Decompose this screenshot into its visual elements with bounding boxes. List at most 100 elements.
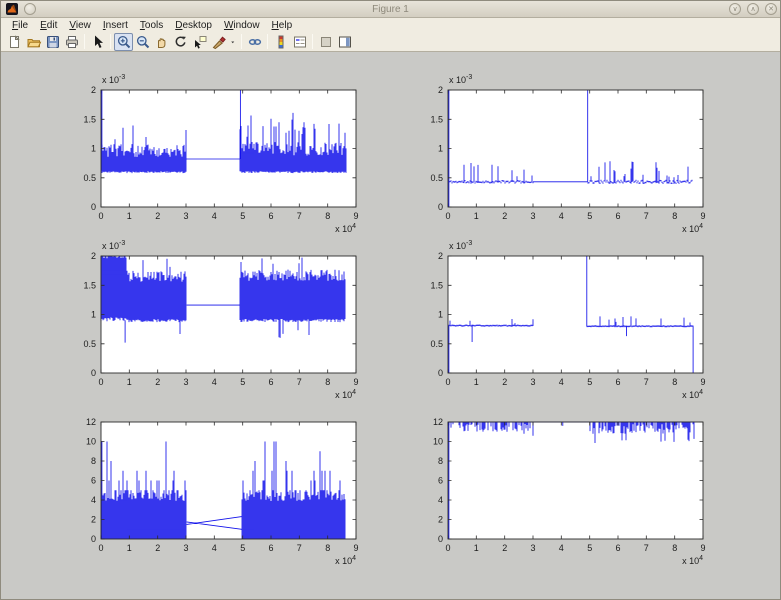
x-tick-label: 5 xyxy=(587,211,592,221)
x-tick-label: 6 xyxy=(268,211,273,221)
edit-plot-button[interactable] xyxy=(88,33,107,51)
rotate-3d-button[interactable] xyxy=(171,33,190,51)
pan-button[interactable] xyxy=(152,33,171,51)
insert-legend-button[interactable] xyxy=(290,33,309,51)
menu-edit[interactable]: Edit xyxy=(34,20,63,31)
x-tick-label: 1 xyxy=(127,377,132,387)
x-tick-label: 7 xyxy=(644,211,649,221)
new-figure-button[interactable] xyxy=(5,33,24,51)
y-tick-label: 1.5 xyxy=(430,280,443,290)
window-menu-button[interactable] xyxy=(24,3,36,15)
x-tick-label: 8 xyxy=(672,377,677,387)
x-tick-label: 8 xyxy=(672,543,677,553)
zoom-in-button[interactable] xyxy=(114,33,133,51)
x-tick-label: 6 xyxy=(268,543,273,553)
menu-file[interactable]: File xyxy=(6,20,34,31)
x-tick-label: 5 xyxy=(587,543,592,553)
zoom-in-icon xyxy=(116,34,132,50)
x-tick-label: 7 xyxy=(297,211,302,221)
minimize-button[interactable]: ∨ xyxy=(729,3,741,15)
y-tick-label: 0.5 xyxy=(430,173,443,183)
y-tick-label: 2 xyxy=(438,251,443,261)
insert-colorbar-button[interactable] xyxy=(271,33,290,51)
x-tick-label: 4 xyxy=(559,543,564,553)
axes-background xyxy=(448,90,703,207)
subplot-bottom-left[interactable]: 0123456789024681012x 104 xyxy=(56,392,381,582)
menu-insert[interactable]: Insert xyxy=(97,20,134,31)
x-tick-label: 9 xyxy=(353,211,358,221)
menu-tools[interactable]: Tools xyxy=(134,20,169,31)
subplot-top-right[interactable]: 012345678900.511.52x 104x 10-3 xyxy=(403,60,728,250)
x-tick-label: 0 xyxy=(98,543,103,553)
y-tick-label: 6 xyxy=(438,476,443,486)
open-file-button[interactable] xyxy=(24,33,43,51)
save-figure-button[interactable] xyxy=(43,33,62,51)
toolbar-separator xyxy=(110,34,111,49)
subplot-middle-left[interactable]: 012345678900.511.52x 104x 10-3 xyxy=(56,226,381,416)
x-tick-label: 7 xyxy=(297,377,302,387)
menu-view[interactable]: View xyxy=(63,20,97,31)
brush-dropdown-button[interactable] xyxy=(228,33,238,51)
menu-window[interactable]: Window xyxy=(218,20,266,31)
menu-desktop[interactable]: Desktop xyxy=(169,20,218,31)
subplot-bottom-right[interactable]: 0123456789024681012x 104 xyxy=(403,392,728,582)
print-figure-button[interactable] xyxy=(62,33,81,51)
maximize-button[interactable]: ∧ xyxy=(747,3,759,15)
x-axis-exponent: x 104 xyxy=(335,555,356,566)
x-tick-label: 6 xyxy=(615,377,620,387)
x-tick-label: 6 xyxy=(615,211,620,221)
y-tick-label: 0 xyxy=(91,202,96,212)
y-tick-label: 4 xyxy=(91,495,96,505)
x-tick-label: 2 xyxy=(155,377,160,387)
x-tick-label: 3 xyxy=(530,377,535,387)
axes-background xyxy=(101,90,356,207)
subplot-top-left[interactable]: 012345678900.511.52x 104x 10-3 xyxy=(56,60,381,250)
y-tick-label: 0 xyxy=(438,534,443,544)
x-tick-label: 1 xyxy=(474,377,479,387)
toolbar-separator xyxy=(241,34,242,49)
y-tick-label: 2 xyxy=(91,85,96,95)
x-tick-label: 4 xyxy=(212,377,217,387)
close-button[interactable]: ✕ xyxy=(765,3,777,15)
chain-link-icon xyxy=(247,34,263,50)
x-tick-label: 7 xyxy=(297,543,302,553)
dropdown-arrow-icon xyxy=(229,34,237,50)
toolbar xyxy=(1,32,780,52)
x-tick-label: 2 xyxy=(155,543,160,553)
y-axis-exponent: x 10-3 xyxy=(449,240,472,251)
y-tick-label: 1 xyxy=(91,310,96,320)
x-tick-label: 9 xyxy=(353,377,358,387)
matlab-logo-icon xyxy=(6,3,18,15)
subplot-middle-right[interactable]: 012345678900.511.52x 104x 10-3 xyxy=(403,226,728,416)
y-tick-label: 1.5 xyxy=(83,114,96,124)
x-tick-label: 9 xyxy=(353,543,358,553)
figure-window: Figure 1 ∨∧✕ FileEditViewInsertToolsDesk… xyxy=(0,0,781,600)
hide-plot-tools-button[interactable] xyxy=(316,33,335,51)
x-tick-label: 9 xyxy=(700,211,705,221)
menu-help[interactable]: Help xyxy=(266,20,299,31)
y-axis-exponent: x 10-3 xyxy=(102,74,125,85)
open-folder-icon xyxy=(26,34,42,50)
toolbar-separator xyxy=(267,34,268,49)
axes-background xyxy=(448,256,703,373)
brush-data-button[interactable] xyxy=(209,33,228,51)
zoom-out-button[interactable] xyxy=(133,33,152,51)
link-plot-button[interactable] xyxy=(245,33,264,51)
y-tick-label: 0.5 xyxy=(430,339,443,349)
x-tick-label: 1 xyxy=(127,543,132,553)
data-cursor-icon xyxy=(192,34,208,50)
y-tick-label: 0.5 xyxy=(83,173,96,183)
data-cursor-button[interactable] xyxy=(190,33,209,51)
x-tick-label: 9 xyxy=(700,377,705,387)
show-plot-tools-button[interactable] xyxy=(335,33,354,51)
x-tick-label: 5 xyxy=(587,377,592,387)
x-tick-label: 2 xyxy=(155,211,160,221)
x-tick-label: 5 xyxy=(240,211,245,221)
arrow-cursor-icon xyxy=(90,34,106,50)
toolbar-separator xyxy=(312,34,313,49)
x-tick-label: 3 xyxy=(183,543,188,553)
titlebar[interactable]: Figure 1 ∨∧✕ xyxy=(1,1,780,18)
y-tick-label: 2 xyxy=(438,515,443,525)
x-tick-label: 0 xyxy=(445,543,450,553)
y-tick-label: 10 xyxy=(433,437,443,447)
